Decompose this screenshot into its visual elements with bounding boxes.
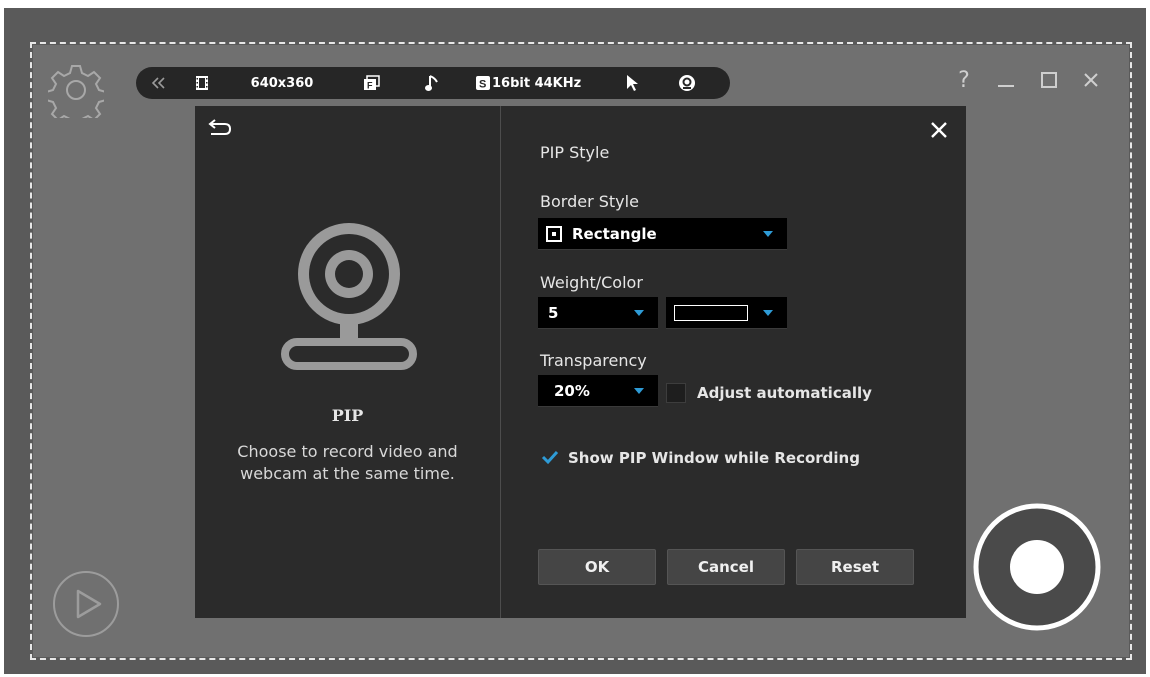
cancel-button[interactable]: Cancel [667, 549, 785, 585]
webcam-badge-icon[interactable] [674, 67, 700, 99]
weight-value: 5 [548, 303, 559, 322]
color-swatch [674, 305, 748, 321]
adjust-automatically-checkbox[interactable] [666, 383, 686, 403]
show-pip-checkbox[interactable] [540, 447, 560, 467]
fps-icon[interactable]: F [360, 67, 384, 99]
svg-text:S: S [479, 79, 486, 91]
transparency-dropdown[interactable]: 20% [538, 375, 658, 407]
collapse-icon[interactable] [144, 67, 172, 99]
pip-title: PIP [331, 406, 364, 425]
pip-style-heading: PIP Style [540, 143, 610, 162]
dropdown-arrow-icon [634, 310, 644, 316]
panel-divider [500, 106, 501, 618]
show-pip-label[interactable]: Show PIP Window while Recording [568, 449, 860, 467]
audio-format-label[interactable]: 16bit 44KHz [492, 67, 602, 99]
back-arrow-icon[interactable] [207, 116, 233, 138]
dropdown-arrow-icon [634, 388, 644, 394]
pip-info-panel: PIP Choose to record video and webcam at… [195, 106, 500, 618]
webcam-icon [279, 222, 419, 382]
weight-color-label: Weight/Color [540, 273, 643, 292]
adjust-automatically-label[interactable]: Adjust automatically [697, 384, 872, 402]
capture-toolbar: 640x360 F S 16bit 44KHz [136, 67, 730, 99]
pip-settings-dialog: PIP Choose to record video and webcam at… [195, 106, 966, 618]
music-note-icon[interactable] [420, 67, 444, 99]
resolution-label[interactable]: 640x360 [242, 67, 322, 99]
dropdown-arrow-icon [763, 231, 773, 237]
close-dialog-icon[interactable] [929, 120, 949, 140]
border-style-dropdown[interactable]: Rectangle [538, 218, 787, 250]
pip-description-line2: webcam at the same time. [240, 464, 455, 483]
cursor-icon[interactable] [620, 67, 644, 99]
film-icon[interactable] [190, 67, 214, 99]
pip-description-line1: Choose to record video and [237, 442, 458, 461]
svg-text:F: F [367, 81, 373, 91]
color-dropdown[interactable] [666, 297, 787, 329]
weight-dropdown[interactable]: 5 [538, 297, 658, 329]
maximize-button[interactable] [1036, 66, 1062, 94]
transparency-value: 20% [554, 381, 590, 400]
transparency-label: Transparency [540, 351, 647, 370]
close-window-button[interactable] [1078, 66, 1104, 94]
help-button[interactable]: ? [951, 66, 977, 94]
border-style-label: Border Style [540, 192, 639, 211]
pip-description: Choose to record video and webcam at the… [205, 441, 490, 485]
minimize-button[interactable] [993, 66, 1019, 94]
rectangle-icon [546, 225, 562, 242]
play-button[interactable] [52, 570, 120, 638]
audio-s-icon[interactable]: S [474, 67, 492, 99]
ok-button[interactable]: OK [538, 549, 656, 585]
record-button[interactable] [972, 502, 1102, 632]
reset-button[interactable]: Reset [796, 549, 914, 585]
border-style-value: Rectangle [572, 224, 657, 243]
dropdown-arrow-icon [763, 310, 773, 316]
settings-gear-icon[interactable] [45, 62, 107, 127]
